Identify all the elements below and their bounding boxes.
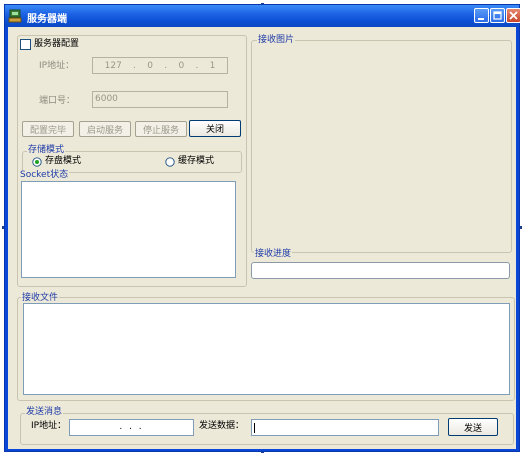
maximize-button[interactable] (490, 8, 505, 23)
port-input[interactable]: 6000 (92, 91, 228, 108)
app-icon (8, 9, 22, 23)
minimize-icon (478, 18, 484, 20)
send-data-label: 发送数据： (199, 421, 245, 431)
socket-status-list[interactable] (21, 181, 236, 278)
text-caret (254, 423, 255, 433)
send-message-title: 发送消息 (25, 407, 64, 417)
close-icon (509, 11, 518, 20)
receive-progress-bar (251, 262, 510, 279)
minimize-button[interactable] (474, 8, 489, 23)
send-ip-label: IP地址： (31, 421, 67, 431)
ip-address-input[interactable]: 127. 0. 0. 1 (92, 57, 228, 74)
send-button[interactable]: 发送 (448, 418, 498, 436)
received-image-title: 接收图片 (257, 35, 296, 45)
close-window-button[interactable] (506, 8, 521, 23)
start-service-button[interactable]: 启动服务 (79, 121, 131, 137)
server-config-label: 服务器配置 (34, 38, 80, 49)
disk-mode-radio[interactable]: 存盘模式 (32, 156, 81, 167)
window-title: 服务器端 (27, 14, 67, 25)
client-area: 服务器配置 IP地址： 127. 0. 0. 1 端口号： 6000 配置完毕 … (8, 27, 516, 449)
ip-octet-1: 127 (104, 60, 122, 71)
config-done-button[interactable]: 配置完毕 (22, 121, 74, 137)
received-files-list[interactable] (23, 303, 510, 395)
port-label: 端口号： (39, 96, 76, 106)
checkbox-box[interactable] (20, 38, 31, 50)
ip-octet-3: 0 (178, 60, 185, 71)
radio-unselected-icon[interactable] (165, 156, 175, 167)
receive-progress-title: 接收进度 (254, 249, 293, 259)
cache-mode-label: 缓存模式 (178, 156, 215, 166)
received-files-title: 接收文件 (21, 293, 60, 303)
send-ip-separators: . . . (119, 422, 144, 432)
send-data-input[interactable] (251, 419, 439, 436)
server-config-checkbox[interactable]: 服务器配置 (20, 38, 79, 50)
port-value: 6000 (95, 94, 118, 104)
server-window: 服务器端 服务器配置 IP地址： 127. 0. 0. 1 端口号： 6000 … (4, 4, 521, 452)
close-button[interactable]: 关闭 (189, 120, 241, 137)
ip-dot-3: . (195, 60, 199, 71)
ip-dot-1: . (133, 60, 136, 71)
storage-mode-title: 存储模式 (27, 145, 66, 155)
ip-label: IP地址： (39, 61, 75, 71)
socket-status-title: Socket状态 (19, 170, 70, 180)
radio-selected-icon[interactable] (32, 156, 42, 167)
cache-mode-radio[interactable]: 缓存模式 (165, 156, 214, 167)
send-ip-input[interactable]: . . . (69, 419, 194, 436)
maximize-icon (493, 11, 502, 20)
ip-dot-2: . (164, 60, 168, 71)
stop-service-button[interactable]: 停止服务 (135, 121, 187, 137)
received-image-area (254, 47, 509, 250)
disk-mode-label: 存盘模式 (45, 156, 82, 166)
title-bar[interactable]: 服务器端 (5, 5, 521, 27)
ip-octet-4: 1 (209, 60, 216, 71)
ip-octet-2: 0 (147, 60, 153, 71)
